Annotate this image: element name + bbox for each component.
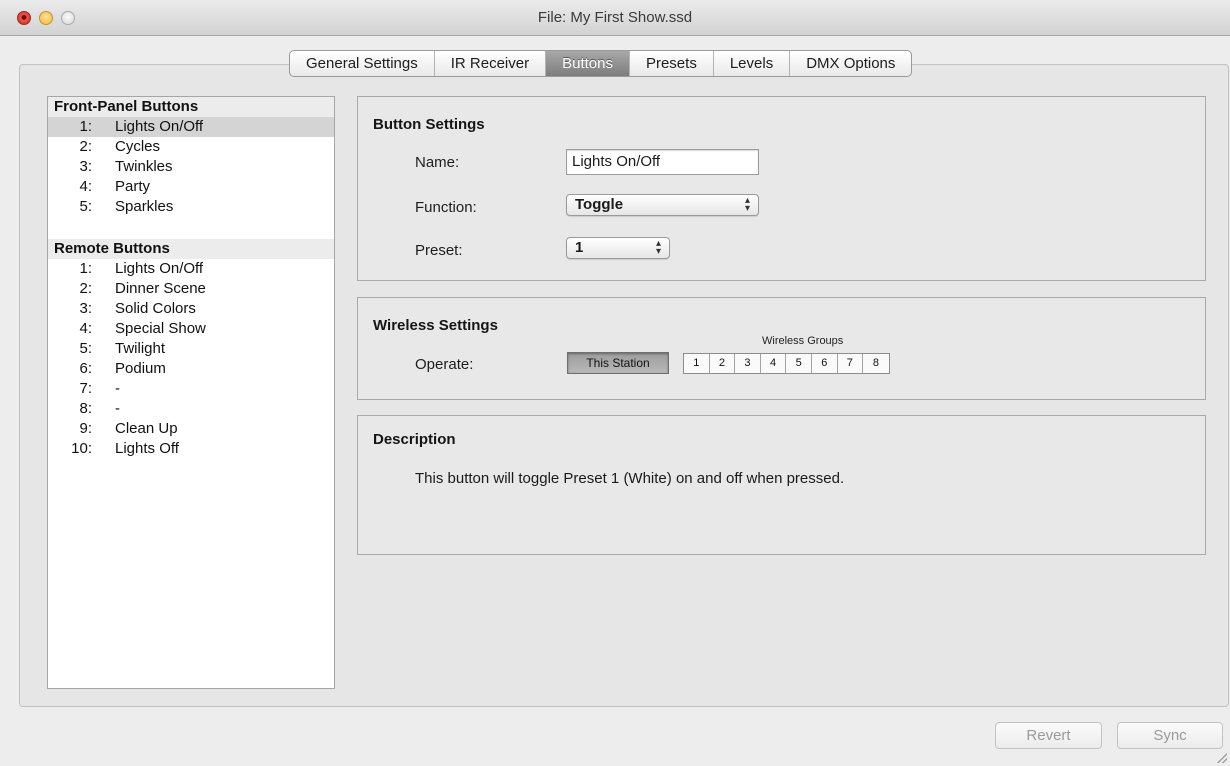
front-panel-button-item[interactable]: 5: Sparkles (48, 197, 334, 217)
list-item-number: 9: (79, 420, 92, 437)
tab-levels[interactable]: Levels (714, 51, 791, 76)
app-window: File: My First Show.ssd General Settings… (0, 0, 1230, 766)
wireless-group-8-button[interactable]: 8 (863, 354, 889, 373)
preset-select[interactable]: 1 ▴ ▾ (566, 237, 670, 259)
list-item-label: Dinner Scene (115, 280, 206, 297)
tab-presets[interactable]: Presets (630, 51, 714, 76)
description-title: Description (373, 431, 456, 448)
remote-button-item[interactable]: 2: Dinner Scene (48, 279, 334, 299)
wireless-groups-selector: 12345678 (683, 353, 890, 374)
button-list[interactable]: Front-Panel Buttons 1: Lights On/Off 2: Cyc… (47, 96, 335, 689)
list-item-label: Twilight (115, 340, 166, 357)
remote-button-item[interactable]: 3: Solid Colors (48, 299, 334, 319)
list-item-number: 5: (79, 198, 92, 215)
list-item-label: Lights On/Off (115, 118, 204, 135)
wireless-settings-panel: Wireless Settings Operate: Wireless Grou… (357, 297, 1206, 400)
wireless-group-4-button[interactable]: 4 (761, 354, 787, 373)
description-text: This button will toggle Preset 1 (White)… (415, 470, 845, 487)
list-item-label: Party (115, 178, 151, 195)
wireless-group-2-button[interactable]: 2 (710, 354, 736, 373)
sync-button[interactable]: Sync (1117, 722, 1223, 749)
function-label: Function: (415, 199, 477, 216)
wireless-group-6-button[interactable]: 6 (812, 354, 838, 373)
remote-button-item[interactable]: 9: Clean Up (48, 419, 334, 439)
list-item-label: Solid Colors (115, 300, 196, 317)
function-value: Toggle (575, 196, 624, 213)
remote-button-item[interactable]: 4: Special Show (48, 319, 334, 339)
list-item-number: 10: (71, 440, 92, 457)
list-item-label: Cycles (115, 138, 161, 155)
remote-button-item[interactable]: 6: Podium (48, 359, 334, 379)
remote-button-item[interactable]: 1: Lights On/Off (48, 259, 334, 279)
list-item-number: 5: (79, 340, 92, 357)
name-field[interactable]: Lights On/Off (566, 149, 759, 175)
popup-arrows-icon: ▴ ▾ (655, 238, 661, 257)
name-label: Name: (415, 154, 460, 171)
popup-arrows-icon: ▴ ▾ (744, 195, 750, 214)
front-panel-button-item[interactable]: 4: Party (48, 177, 334, 197)
front-panel-header: Front-Panel Buttons (48, 97, 334, 117)
list-item-number: 7: (79, 380, 92, 397)
list-item-number: 2: (79, 280, 92, 297)
list-item-label: Podium (115, 360, 166, 377)
remote-button-item[interactable]: 7: - (48, 379, 334, 399)
list-item-number: 4: (79, 320, 92, 337)
list-item-label: Lights On/Off (115, 260, 204, 277)
list-item-number: 4: (79, 178, 92, 195)
remote-buttons-header: Remote Buttons (48, 239, 334, 259)
front-panel-button-item[interactable]: 3: Twinkles (48, 157, 334, 177)
list-item-number: 3: (79, 158, 92, 175)
remote-button-item[interactable]: 5: Twilight (48, 339, 334, 359)
tab-dmx-options[interactable]: DMX Options (790, 51, 911, 76)
operate-label: Operate: (415, 356, 474, 373)
front-panel-button-item[interactable]: 1: Lights On/Off (48, 117, 334, 137)
description-panel: Description This button will toggle Pres… (357, 415, 1206, 555)
wireless-group-5-button[interactable]: 5 (786, 354, 812, 373)
tab-buttons[interactable]: Buttons (546, 51, 630, 76)
wireless-group-1-button[interactable]: 1 (684, 354, 710, 373)
list-item-label: Clean Up (115, 420, 178, 437)
list-item-number: 8: (79, 400, 92, 417)
remote-button-item[interactable]: 10: Lights Off (48, 439, 334, 459)
list-item-label: Sparkles (115, 198, 174, 215)
wireless-settings-title: Wireless Settings (373, 317, 498, 334)
tab-ir-receiver[interactable]: IR Receiver (435, 51, 547, 76)
wireless-groups-caption: Wireless Groups (762, 335, 844, 347)
revert-button[interactable]: Revert (995, 722, 1102, 749)
list-item-label: Lights Off (115, 440, 179, 457)
this-station-button[interactable]: This Station (567, 352, 669, 374)
list-item-number: 3: (79, 300, 92, 317)
list-item-number: 1: (79, 118, 92, 135)
preset-label: Preset: (415, 242, 463, 259)
preset-value: 1 (575, 239, 584, 256)
remote-button-item[interactable]: 8: - (48, 399, 334, 419)
front-panel-button-item[interactable]: 2: Cycles (48, 137, 334, 157)
list-item-label: Twinkles (115, 158, 173, 175)
list-item-label: - (115, 400, 120, 417)
list-item-label: - (115, 380, 120, 397)
resize-grip-icon[interactable] (1217, 753, 1227, 763)
button-settings-title: Button Settings (373, 116, 485, 133)
window-title: File: My First Show.ssd (537, 9, 693, 26)
list-item-number: 1: (79, 260, 92, 277)
function-select[interactable]: Toggle ▴ ▾ (566, 194, 759, 216)
list-item-number: 2: (79, 138, 92, 155)
list-item-number: 6: (79, 360, 92, 377)
title-bar[interactable]: File: My First Show.ssd (0, 0, 1230, 36)
wireless-group-3-button[interactable]: 3 (735, 354, 761, 373)
tab-bar: General Settings IR Receiver Buttons Preset… (289, 50, 913, 77)
button-settings-panel: Button Settings Name: Lights On/Off Func… (357, 96, 1206, 281)
wireless-group-7-button[interactable]: 7 (838, 354, 864, 373)
list-item-label: Special Show (115, 320, 206, 337)
tab-general-settings[interactable]: General Settings (290, 51, 435, 76)
